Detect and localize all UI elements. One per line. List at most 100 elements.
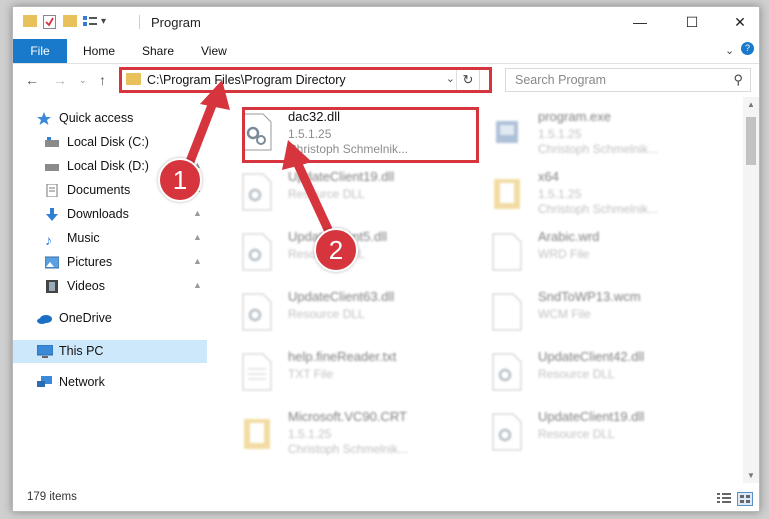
sidebar-item-network[interactable]: Network bbox=[13, 371, 207, 394]
sidebar-item-downloads[interactable]: Downloads ▲ bbox=[13, 203, 207, 226]
dll-file-icon bbox=[492, 413, 522, 451]
sidebar-item-label: Documents bbox=[67, 183, 131, 197]
details-view-icon[interactable] bbox=[717, 492, 731, 504]
file-name: help.fineReader.txt bbox=[288, 349, 397, 364]
scroll-up-icon[interactable]: ▲ bbox=[747, 100, 755, 109]
file-item-microsoft-vc90-crt[interactable]: Microsoft.VC90.CRT 1.5.1.25 Christoph Sc… bbox=[236, 405, 474, 460]
sidebar-item-label: Quick access bbox=[59, 111, 134, 125]
file-company: Christoph Schmelnik... bbox=[288, 442, 409, 456]
close-button[interactable]: ✕ bbox=[725, 11, 755, 33]
file-item-updateclient19-dll-2[interactable]: UpdateClient19.dll Resource DLL bbox=[486, 405, 724, 460]
drive-icon bbox=[45, 160, 59, 173]
file-name: UpdateClient19.dll bbox=[288, 169, 395, 184]
sidebar-item-local-disk-c[interactable]: Local Disk (C:) ▲ bbox=[13, 131, 207, 154]
file-version: 1.5.1.25 bbox=[538, 127, 582, 141]
sidebar-item-label: OneDrive bbox=[59, 311, 112, 325]
file-type: WRD File bbox=[538, 247, 590, 261]
folder-icon bbox=[492, 173, 522, 211]
search-icon[interactable]: ⚲ bbox=[733, 72, 743, 88]
file-item-updateclient63-dll[interactable]: UpdateClient63.dll Resource DLL bbox=[236, 285, 474, 340]
back-button[interactable]: ← bbox=[25, 72, 39, 88]
file-item-program-exe[interactable]: program.exe 1.5.1.25 Christoph Schmelnik… bbox=[486, 105, 724, 160]
navigation-bar: ← → ⌄ ↑ C:\Program Files\Program Directo… bbox=[13, 64, 759, 96]
pin-icon[interactable]: ▲ bbox=[193, 208, 202, 218]
large-icons-view-icon[interactable] bbox=[737, 492, 753, 506]
sidebar-item-quick-access[interactable]: Quick access bbox=[13, 107, 207, 130]
documents-icon bbox=[45, 183, 59, 198]
pin-icon[interactable]: ▲ bbox=[193, 256, 202, 266]
file-type: Resource DLL bbox=[538, 367, 615, 381]
properties-icon[interactable] bbox=[43, 15, 56, 29]
file-name: SndToWP13.wcm bbox=[538, 289, 641, 304]
sidebar-item-label: Local Disk (D:) bbox=[67, 159, 149, 173]
scroll-thumb[interactable] bbox=[746, 117, 756, 165]
forward-button[interactable]: → bbox=[53, 72, 67, 88]
exe-file-icon bbox=[492, 113, 522, 151]
search-box[interactable]: Search Program ⚲ bbox=[505, 68, 751, 92]
file-name: UpdateClient63.dll bbox=[288, 289, 395, 304]
drive-icon bbox=[45, 136, 59, 149]
tab-home[interactable]: Home bbox=[83, 39, 115, 63]
file-item-updateclient19-dll[interactable]: UpdateClient19.dll Resource DLL bbox=[236, 165, 474, 220]
file-name: Microsoft.VC90.CRT bbox=[288, 409, 407, 424]
sidebar-item-label: Local Disk (C:) bbox=[67, 135, 149, 149]
film-icon bbox=[45, 280, 59, 293]
sidebar-item-onedrive[interactable]: OneDrive bbox=[13, 307, 207, 330]
sidebar-item-label: Music bbox=[67, 231, 100, 245]
file-company: Christoph Schmelnik... bbox=[538, 202, 659, 216]
music-note-icon: ♪ bbox=[45, 232, 52, 248]
file-version: 1.5.1.25 bbox=[288, 427, 332, 441]
file-item-x64[interactable]: x64 1.5.1.25 Christoph Schmelnik... bbox=[486, 165, 724, 220]
network-icon bbox=[37, 376, 52, 389]
file-item-arabic-wrd[interactable]: Arabic.wrd WRD File bbox=[486, 225, 724, 280]
title-separator bbox=[139, 15, 140, 29]
status-bar: 179 items bbox=[13, 483, 759, 511]
file-version: 1.5.1.25 bbox=[538, 187, 582, 201]
address-highlight-box bbox=[119, 67, 492, 93]
text-file-icon bbox=[242, 353, 272, 391]
file-item-updateclient42-dll[interactable]: UpdateClient42.dll Resource DLL bbox=[486, 345, 724, 400]
sidebar-item-this-pc[interactable]: This PC bbox=[13, 340, 207, 363]
sidebar-item-label: Downloads bbox=[67, 207, 129, 221]
file-type: TXT File bbox=[288, 367, 334, 381]
recent-locations-icon[interactable]: ⌄ bbox=[79, 75, 87, 86]
help-icon[interactable]: ? bbox=[741, 42, 754, 55]
pin-icon[interactable]: ▲ bbox=[193, 232, 202, 242]
pin-icon[interactable]: ▲ bbox=[193, 136, 202, 146]
folder-icon bbox=[242, 413, 272, 451]
file-name: UpdateClient19.dll bbox=[538, 409, 645, 424]
navigation-pane: Quick access Local Disk (C:) ▲ Local Dis… bbox=[13, 97, 207, 483]
pin-icon[interactable]: ▲ bbox=[193, 280, 202, 290]
customize-toolbar-icon[interactable] bbox=[83, 15, 97, 27]
file-highlight-box bbox=[242, 107, 479, 163]
tab-file[interactable]: File bbox=[13, 39, 67, 63]
scroll-down-icon[interactable]: ▼ bbox=[747, 471, 755, 480]
file-item-help-finereader-txt[interactable]: help.fineReader.txt TXT File bbox=[236, 345, 474, 400]
vertical-scrollbar[interactable]: ▲ ▼ bbox=[743, 97, 759, 483]
maximize-button[interactable]: ☐ bbox=[677, 11, 707, 33]
sidebar-item-label: Videos bbox=[67, 279, 105, 293]
new-folder-icon[interactable] bbox=[63, 15, 77, 27]
file-item-sndtowp13-wcm[interactable]: SndToWP13.wcm WCM File bbox=[486, 285, 724, 340]
explorer-window: ▾ Program — ☐ ✕ File Home Share View ⌄ ?… bbox=[12, 6, 760, 512]
sidebar-item-videos[interactable]: Videos ▲ bbox=[13, 275, 207, 298]
generic-file-icon bbox=[492, 293, 522, 331]
sidebar-item-pictures[interactable]: Pictures ▲ bbox=[13, 251, 207, 274]
item-count: 179 items bbox=[27, 491, 77, 503]
dll-file-icon bbox=[242, 173, 272, 211]
generic-file-icon bbox=[492, 233, 522, 271]
up-button[interactable]: ↑ bbox=[99, 72, 106, 88]
folder-icon bbox=[23, 15, 37, 27]
expand-ribbon-icon[interactable]: ⌄ bbox=[725, 44, 734, 57]
quick-access-dropdown-icon[interactable]: ▾ bbox=[101, 16, 111, 28]
file-name: Arabic.wrd bbox=[538, 229, 600, 244]
dll-file-icon bbox=[492, 353, 522, 391]
minimize-button[interactable]: — bbox=[625, 11, 655, 33]
tab-view[interactable]: View bbox=[201, 39, 227, 63]
tab-share[interactable]: Share bbox=[142, 39, 174, 63]
pictures-icon bbox=[44, 256, 60, 269]
sidebar-item-music[interactable]: ♪ Music ▲ bbox=[13, 227, 207, 250]
dll-file-icon bbox=[242, 233, 272, 271]
search-placeholder: Search Program bbox=[515, 73, 607, 87]
title-bar: ▾ Program — ☐ ✕ bbox=[13, 7, 759, 37]
